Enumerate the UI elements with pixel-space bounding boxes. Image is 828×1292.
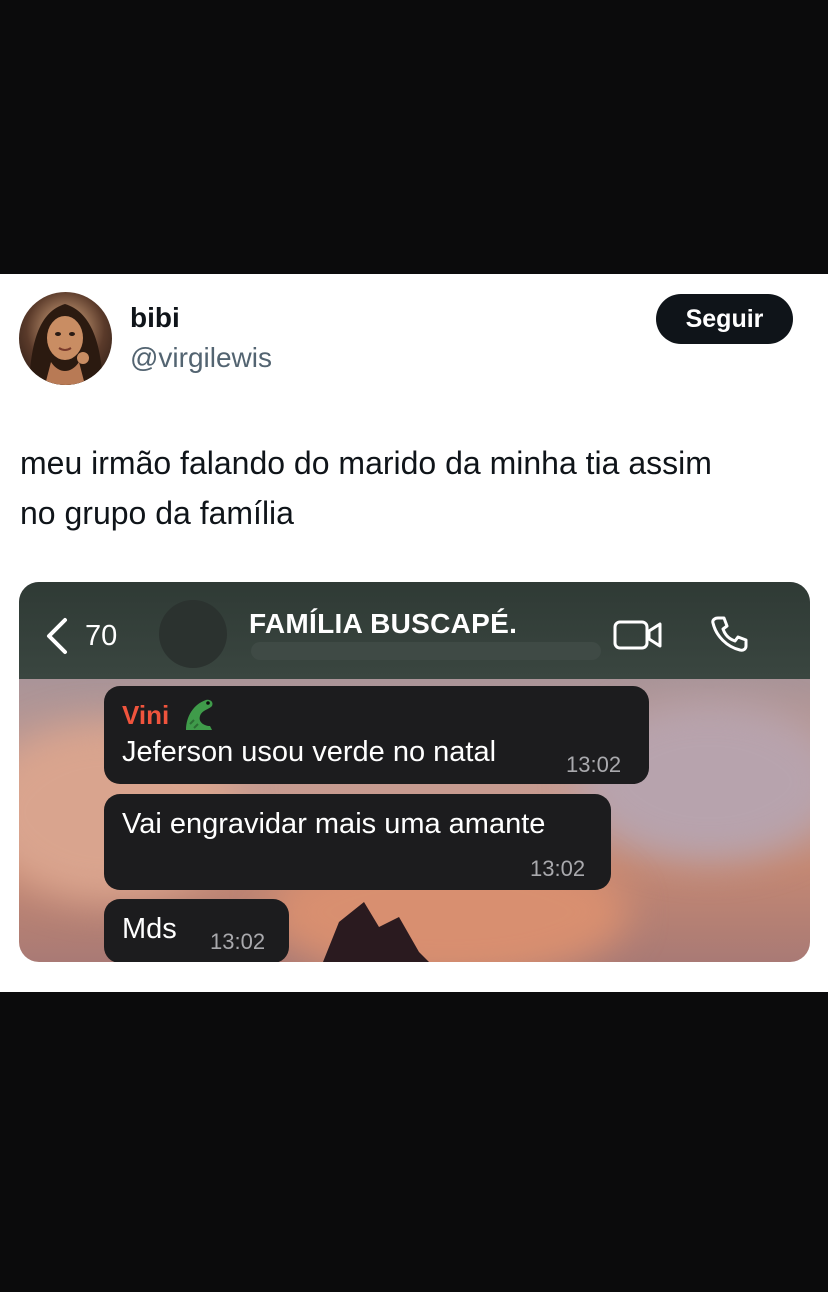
chevron-left-icon[interactable] [43, 616, 73, 656]
message-time: 13:02 [566, 752, 622, 777]
message-bubble[interactable]: Vini Jeferson usou verde no natal 13:02 [104, 686, 649, 784]
crocodile-emoji-icon [186, 699, 213, 730]
unread-count[interactable]: 70 [85, 620, 117, 653]
follow-button[interactable]: Seguir [656, 294, 793, 344]
display-name[interactable]: bibi [130, 302, 180, 334]
group-name[interactable]: FAMÍLIA BUSCAPÉ. [249, 608, 517, 640]
video-camera-icon[interactable] [613, 618, 663, 652]
tweet-card: bibi @virgilewis Seguir meu irmão faland… [0, 274, 828, 992]
tweet-media-image[interactable]: 70 FAMÍLIA BUSCAPÉ. Vini Jeferson usou v… [19, 582, 810, 962]
message-time: 13:02 [210, 929, 266, 954]
message-text: Vai engravidar mais uma amante [122, 808, 546, 840]
tweet-text: meu irmão falando do marido da minha tia… [20, 438, 810, 538]
silhouette-shape [323, 902, 429, 962]
avatar[interactable] [19, 292, 112, 385]
message-bubble[interactable]: Vai engravidar mais uma amante 13:02 [104, 794, 611, 890]
user-handle[interactable]: @virgilewis [130, 342, 272, 374]
sender-name: Vini [122, 700, 170, 730]
message-text: Mds [122, 913, 177, 945]
message-time: 13:02 [530, 856, 586, 881]
chat-header: 70 FAMÍLIA BUSCAPÉ. [19, 582, 810, 679]
tweet-text-line-2: no grupo da família [20, 495, 294, 531]
top-black-band [0, 0, 828, 274]
tweet-text-line-1: meu irmão falando do marido da minha tia… [20, 445, 712, 481]
scribbled-out-members [251, 642, 601, 660]
message-bubble[interactable]: Mds 13:02 [104, 899, 289, 962]
bottom-black-band [0, 992, 828, 1292]
phone-icon[interactable] [709, 614, 749, 654]
message-text: Jeferson usou verde no natal [122, 736, 497, 768]
group-avatar[interactable] [159, 600, 227, 668]
